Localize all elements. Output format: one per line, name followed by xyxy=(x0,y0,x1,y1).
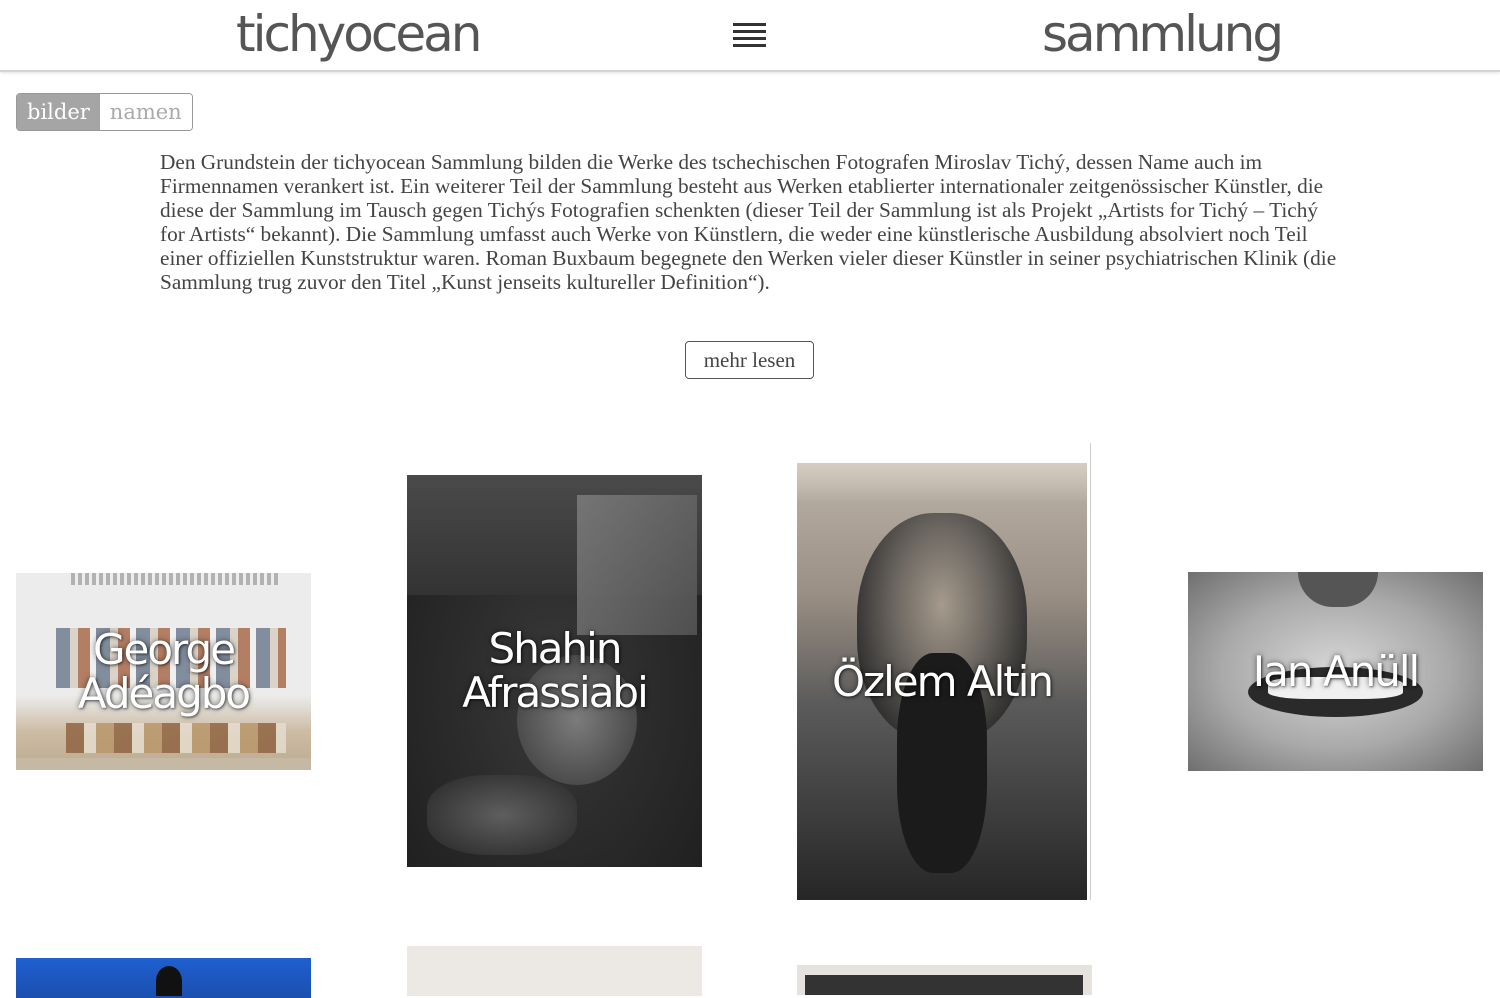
intro-text: Den Grundstein der tichyocean Sammlung b… xyxy=(160,150,1337,294)
hamburger-menu-icon[interactable] xyxy=(733,21,767,51)
artist-image xyxy=(16,958,311,998)
artist-card-row2-2[interactable] xyxy=(407,946,702,996)
artist-card-anull[interactable]: Ian Anüll xyxy=(1188,572,1483,771)
artist-card-afrassiabi[interactable]: Shahin Afrassiabi xyxy=(407,475,702,867)
artist-card-altin[interactable]: Özlem Altin xyxy=(797,463,1087,900)
artist-card-row2-1[interactable] xyxy=(16,958,311,998)
artist-name: Özlem Altin xyxy=(831,656,1054,706)
read-more-button[interactable]: mehr lesen xyxy=(685,341,814,379)
artist-name: Shahin Afrassiabi xyxy=(462,624,649,717)
page-title: sammlung xyxy=(1042,5,1284,63)
divider xyxy=(1090,443,1091,900)
artist-image xyxy=(797,965,1092,995)
artist-card-row2-3[interactable] xyxy=(797,965,1092,995)
site-logo[interactable]: tichyocean xyxy=(236,4,482,64)
artist-name: George Adéagbo xyxy=(77,624,251,718)
view-toggle-namen[interactable]: namen xyxy=(99,94,192,130)
site-header: tichyocean sammlung xyxy=(0,0,1500,72)
view-toggle: bilder namen xyxy=(16,93,193,131)
artist-card-adeagbo[interactable]: George Adéagbo xyxy=(16,573,311,770)
artist-image xyxy=(407,946,702,996)
artist-name: Ian Anüll xyxy=(1252,646,1420,696)
view-toggle-bilder[interactable]: bilder xyxy=(17,94,100,130)
